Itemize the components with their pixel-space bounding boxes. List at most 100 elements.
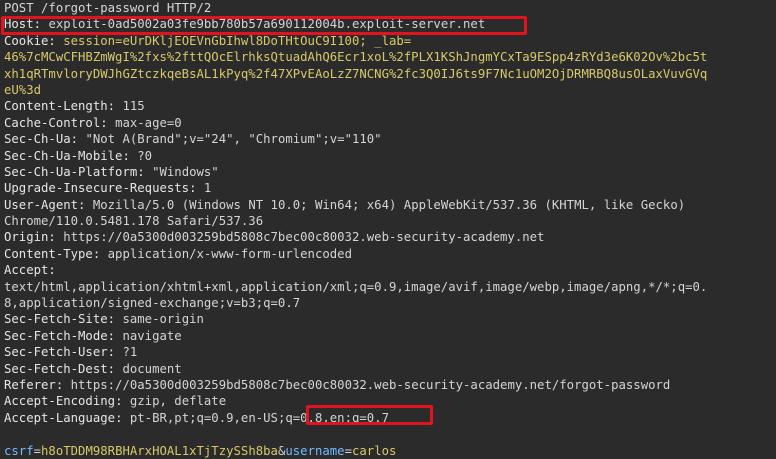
header-key: Sec-Fetch-Mode xyxy=(4,328,108,343)
header-colon: : xyxy=(100,115,116,130)
header-value: gzip, deflate xyxy=(129,394,227,409)
header-sec-ch-ua-platform: Sec-Ch-Ua-Platform: "Windows" xyxy=(4,164,770,180)
header-value: "Windows" xyxy=(152,164,219,179)
header-key: Cookie xyxy=(4,33,49,48)
header-colon: : xyxy=(55,377,71,392)
header-sec-fetch-mode: Sec-Fetch-Mode: navigate xyxy=(4,328,770,344)
header-accept-language: Accept-Language: pt-BR,pt;q=0.9,en-US;q=… xyxy=(4,410,770,426)
header-key: Host xyxy=(4,17,34,32)
request-body: csrf=h8oTDDM98RBHArxHOAL1xTjTzySSh8ba&us… xyxy=(4,443,770,459)
header-colon: : xyxy=(33,17,49,32)
header-key: Sec-Ch-Ua xyxy=(4,132,71,147)
header-value: https://0a5300d003259bd5808c7bec00c80032… xyxy=(70,377,671,392)
header-key: Content-Type xyxy=(4,246,93,261)
header-colon: : xyxy=(107,328,123,343)
header-value: "Not A(Brand";v="24", "Chromium";v="110" xyxy=(85,132,382,147)
header-value: https://0a5300d003259bd5808c7bec00c80032… xyxy=(63,230,545,245)
header-value: document xyxy=(122,361,182,376)
header-value: max-age=0 xyxy=(115,115,182,130)
header-colon: : xyxy=(107,99,123,114)
header-colon: : xyxy=(70,132,86,147)
header-value: 115 xyxy=(122,99,145,114)
header-upgrade-insecure-requests: Upgrade-Insecure-Requests: 1 xyxy=(4,180,770,196)
header-colon: : xyxy=(48,230,64,245)
header-value: Chrome/110.0.5481.178 Safari/537.36 xyxy=(4,214,264,229)
header-value: eU%3d xyxy=(4,82,42,97)
header-value: ?0 xyxy=(137,148,153,163)
request-line: POST /forgot-password HTTP/2 xyxy=(4,0,770,16)
header-colon: : xyxy=(48,263,56,278)
header-value: Mozilla/5.0 (Windows NT 10.0; Win64; x64… xyxy=(92,197,686,212)
header-value: exploit-0ad5002a03fe9bb780b57a690112004b… xyxy=(48,17,486,32)
header-user-agent: User-Agent: Mozilla/5.0 (Windows NT 10.0… xyxy=(4,197,770,213)
header-key: Sec-Ch-Ua-Mobile xyxy=(4,148,123,163)
header-host: Host: exploit-0ad5002a03fe9bb780b57a6901… xyxy=(4,16,770,32)
header-value: xh1qRTmvloryDWJhGZtczkqeBsAL1kPyq%2f47XP… xyxy=(4,66,708,81)
header-colon: : xyxy=(78,197,93,212)
header-origin: Origin: https://0a5300d003259bd5808c7bec… xyxy=(4,229,770,245)
header-key: Sec-Fetch-Site xyxy=(4,312,108,327)
http-request-editor[interactable]: POST /forgot-password HTTP/2 Host: explo… xyxy=(0,0,770,458)
header-colon: : xyxy=(107,312,123,327)
header-colon: : xyxy=(115,410,130,425)
header-cookie-continuation: xh1qRTmvloryDWJhGZtczkqeBsAL1kPyq%2f47XP… xyxy=(4,66,770,82)
header-colon: : xyxy=(122,148,138,163)
header-key: Origin xyxy=(4,230,49,245)
header-colon: : xyxy=(115,394,130,409)
param-key-username: username xyxy=(285,443,345,458)
param-value-csrf: h8oTDDM98RBHArxHOAL1xTjTzySSh8ba xyxy=(41,443,278,458)
param-value-username: carlos xyxy=(352,443,397,458)
header-content-type: Content-Type: application/x-www-form-url… xyxy=(4,246,770,262)
header-value: 46%7cMCwCFHBZmWgI%2fxs%2fttQOcElrhksQtua… xyxy=(4,50,708,65)
header-key: Accept-Encoding xyxy=(4,394,116,409)
header-value: same-origin xyxy=(122,312,204,327)
param-equals: = xyxy=(344,443,352,458)
header-key: Cache-Control xyxy=(4,115,101,130)
header-cookie: Cookie: session=eUrDKljEOEVnGbIhwl8DoTHt… xyxy=(4,33,770,49)
header-value: session=eUrDKljEOEVnGbIhwl8DoTHtOuC9I100… xyxy=(63,33,412,48)
header-cache-control: Cache-Control: max-age=0 xyxy=(4,115,770,131)
param-separator: & xyxy=(277,443,286,458)
header-colon: : xyxy=(107,361,123,376)
header-accept-continuation: 8,application/signed-exchange;v=b3;q=0.7 xyxy=(4,295,770,311)
header-value: pt-BR,pt;q=0.9,en-US;q=0.8,en;q=0.7 xyxy=(129,410,389,425)
header-colon: : xyxy=(48,33,64,48)
header-accept-encoding: Accept-Encoding: gzip, deflate xyxy=(4,393,770,409)
header-accept-continuation: text/html,application/xhtml+xml,applicat… xyxy=(4,279,770,295)
header-cookie-continuation: eU%3d xyxy=(4,82,770,98)
header-value: navigate xyxy=(122,328,182,343)
header-key: Accept xyxy=(4,263,49,278)
header-accept: Accept: xyxy=(4,262,770,278)
header-key: Accept-Language xyxy=(4,410,116,425)
header-key: Sec-Fetch-Dest xyxy=(4,361,108,376)
header-value: ?1 xyxy=(122,345,138,360)
header-sec-ch-ua-mobile: Sec-Ch-Ua-Mobile: ?0 xyxy=(4,148,770,164)
scrollbar[interactable] xyxy=(770,0,776,433)
header-user-agent-continuation: Chrome/110.0.5481.178 Safari/537.36 xyxy=(4,213,770,229)
header-key: Upgrade-Insecure-Requests xyxy=(4,181,190,196)
header-colon: : xyxy=(189,181,204,196)
header-colon: : xyxy=(137,164,153,179)
header-content-length: Content-Length: 115 xyxy=(4,98,770,114)
header-key: Referer xyxy=(4,377,56,392)
header-value: 1 xyxy=(203,181,212,196)
header-colon: : xyxy=(107,345,123,360)
header-key: Sec-Fetch-User xyxy=(4,345,108,360)
header-sec-fetch-user: Sec-Fetch-User: ?1 xyxy=(4,344,770,360)
header-value: 8,application/signed-exchange;v=b3;q=0.7 xyxy=(4,296,301,311)
header-sec-fetch-site: Sec-Fetch-Site: same-origin xyxy=(4,311,770,327)
header-cookie-continuation: 46%7cMCwCFHBZmWgI%2fxs%2fttQOcElrhksQtua… xyxy=(4,49,770,65)
header-sec-ch-ua: Sec-Ch-Ua: "Not A(Brand";v="24", "Chromi… xyxy=(4,131,770,147)
param-key-csrf: csrf xyxy=(4,443,34,458)
header-key: Sec-Ch-Ua-Platform xyxy=(4,164,138,179)
request-line-text: POST /forgot-password HTTP/2 xyxy=(4,1,212,15)
header-value: text/html,application/xhtml+xml,applicat… xyxy=(4,279,708,294)
header-value: application/x-www-form-urlencoded xyxy=(107,246,352,261)
param-equals: = xyxy=(33,443,42,458)
header-key: Content-Length xyxy=(4,99,108,114)
header-sec-fetch-dest: Sec-Fetch-Dest: document xyxy=(4,361,770,377)
header-referer: Referer: https://0a5300d003259bd5808c7be… xyxy=(4,377,770,393)
header-key: User-Agent xyxy=(4,197,79,212)
header-colon: : xyxy=(92,246,108,261)
